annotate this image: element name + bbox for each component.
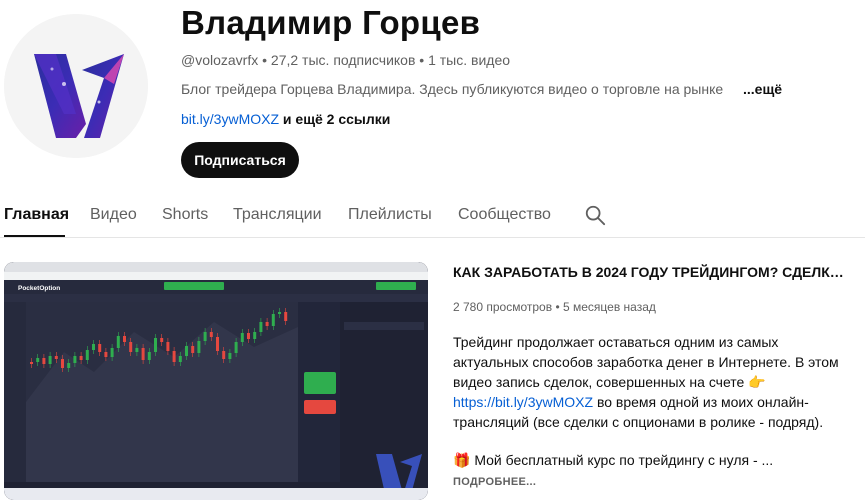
description-line: актуальных способов заработка денег в Ин… xyxy=(453,354,839,370)
gift-icon: 🎁 xyxy=(453,452,471,468)
description-text: Блог трейдера Горцева Владимира. Здесь п… xyxy=(181,81,724,97)
candle-body xyxy=(110,348,114,357)
channel-name: Владимир Горцев xyxy=(181,4,481,41)
meta-separator: • xyxy=(419,52,425,68)
candle-body xyxy=(191,346,195,353)
video-meta: 2 780 просмотров • 5 месяцев назад xyxy=(453,300,656,314)
meta-separator: • xyxy=(262,52,268,68)
candle-body xyxy=(116,336,120,348)
candle-body xyxy=(178,356,182,362)
subscribe-button[interactable]: Подписаться xyxy=(181,142,299,178)
candle-body xyxy=(85,350,89,360)
candle-body xyxy=(197,341,201,353)
candle-body xyxy=(135,348,139,352)
tab-home[interactable]: Главная xyxy=(4,206,69,224)
candle-body xyxy=(160,338,164,342)
tab-shorts[interactable]: Shorts xyxy=(162,206,208,224)
candle-body xyxy=(234,342,238,353)
thumbnail-brand-text: PocketOption xyxy=(18,285,60,292)
video-description: Трейдинг продолжает оставаться одним из … xyxy=(453,332,853,432)
gift-line: 🎁 Мой бесплатный курс по трейдингу с нул… xyxy=(453,452,773,469)
channel-tabs: Главная Видео Shorts Трансляции Плейлист… xyxy=(0,194,865,238)
candle-body xyxy=(228,353,232,359)
video-count: 1 тыс. видео xyxy=(428,52,511,68)
candle-body xyxy=(61,359,64,368)
read-more-link[interactable]: ПОДРОБНЕЕ... xyxy=(453,476,536,488)
candle-body xyxy=(265,322,269,326)
candle-body xyxy=(185,346,188,356)
view-count: 2 780 просмотров xyxy=(453,300,553,314)
tab-community[interactable]: Сообщество xyxy=(458,206,551,224)
gift-text: Мой бесплатный курс по трейдингу с нуля … xyxy=(474,452,774,468)
candle-body xyxy=(98,344,102,352)
candle-body xyxy=(36,358,40,362)
description-line-text: видео запись сделок, совершенных на счет… xyxy=(453,374,745,390)
candle-body xyxy=(54,356,58,359)
channel-meta: @volozavrfx • 27,2 тыс. подписчиков • 1 … xyxy=(181,52,510,68)
candle-body xyxy=(104,352,108,357)
candle-body xyxy=(92,344,95,350)
channel-logo-icon xyxy=(4,14,148,158)
description-line: видео запись сделок, совершенных на счет… xyxy=(453,372,853,392)
candle-body xyxy=(209,332,213,337)
candle-body xyxy=(147,352,151,360)
more-links[interactable]: и ещё 2 ссылки xyxy=(283,111,390,127)
candle-body xyxy=(141,348,145,360)
description-line: https://bit.ly/3ywMOXZ во время одной из… xyxy=(453,392,853,412)
candle-body xyxy=(129,342,133,352)
candle-body xyxy=(253,332,257,339)
candle-body xyxy=(123,336,126,342)
description-line: трансляций (все сделки с опционами в рол… xyxy=(453,414,824,430)
search-icon[interactable] xyxy=(584,204,606,226)
candle-body xyxy=(166,342,170,351)
description-more-link[interactable]: ...ещё xyxy=(743,81,782,97)
candle-body xyxy=(259,322,263,332)
thumbnail-screenshot: PocketOption xyxy=(4,262,428,500)
candle-body xyxy=(30,362,33,364)
candle-body xyxy=(48,356,52,364)
channel-links: bit.ly/3ywMOXZ и ещё 2 ссылки xyxy=(181,111,390,127)
candle-body xyxy=(203,332,207,341)
candle-body xyxy=(42,358,46,364)
video-thumbnail[interactable]: PocketOption xyxy=(4,262,428,500)
meta-separator: • xyxy=(555,300,560,314)
description-link[interactable]: https://bit.ly/3ywMOXZ xyxy=(453,394,593,410)
candle-body xyxy=(216,337,219,351)
subscriber-count: 27,2 тыс. подписчиков xyxy=(270,52,416,68)
channel-description[interactable]: Блог трейдера Горцева Владимира. Здесь п… xyxy=(181,81,782,97)
candle-body xyxy=(73,356,77,363)
description-line-text: во время одной из моих онлайн- xyxy=(596,394,809,410)
channel-link[interactable]: bit.ly/3ywMOXZ xyxy=(181,111,279,127)
candle-body xyxy=(222,351,226,359)
video-title[interactable]: КАК ЗАРАБОТАТЬ В 2024 ГОДУ ТРЕЙДИНГОМ? С… xyxy=(453,264,853,280)
video-age: 5 месяцев назад xyxy=(562,300,656,314)
candle-body xyxy=(79,356,83,360)
tab-videos[interactable]: Видео xyxy=(90,206,137,224)
tab-playlists[interactable]: Плейлисты xyxy=(348,206,432,224)
candle-body xyxy=(154,338,157,352)
candle-body xyxy=(240,333,244,342)
description-line: Трейдинг продолжает оставаться одним из … xyxy=(453,334,779,350)
tab-live[interactable]: Трансляции xyxy=(233,206,322,224)
pointing-hand-icon: 👉 xyxy=(748,374,766,390)
channel-handle: @volozavrfx xyxy=(181,52,259,68)
candle-body xyxy=(247,333,250,339)
candle-body xyxy=(271,314,275,326)
candle-body xyxy=(278,312,281,314)
candle-body xyxy=(172,351,176,362)
candle-body xyxy=(284,312,288,321)
active-tab-indicator xyxy=(4,235,65,237)
channel-avatar[interactable] xyxy=(4,14,148,158)
candle-body xyxy=(67,363,71,368)
